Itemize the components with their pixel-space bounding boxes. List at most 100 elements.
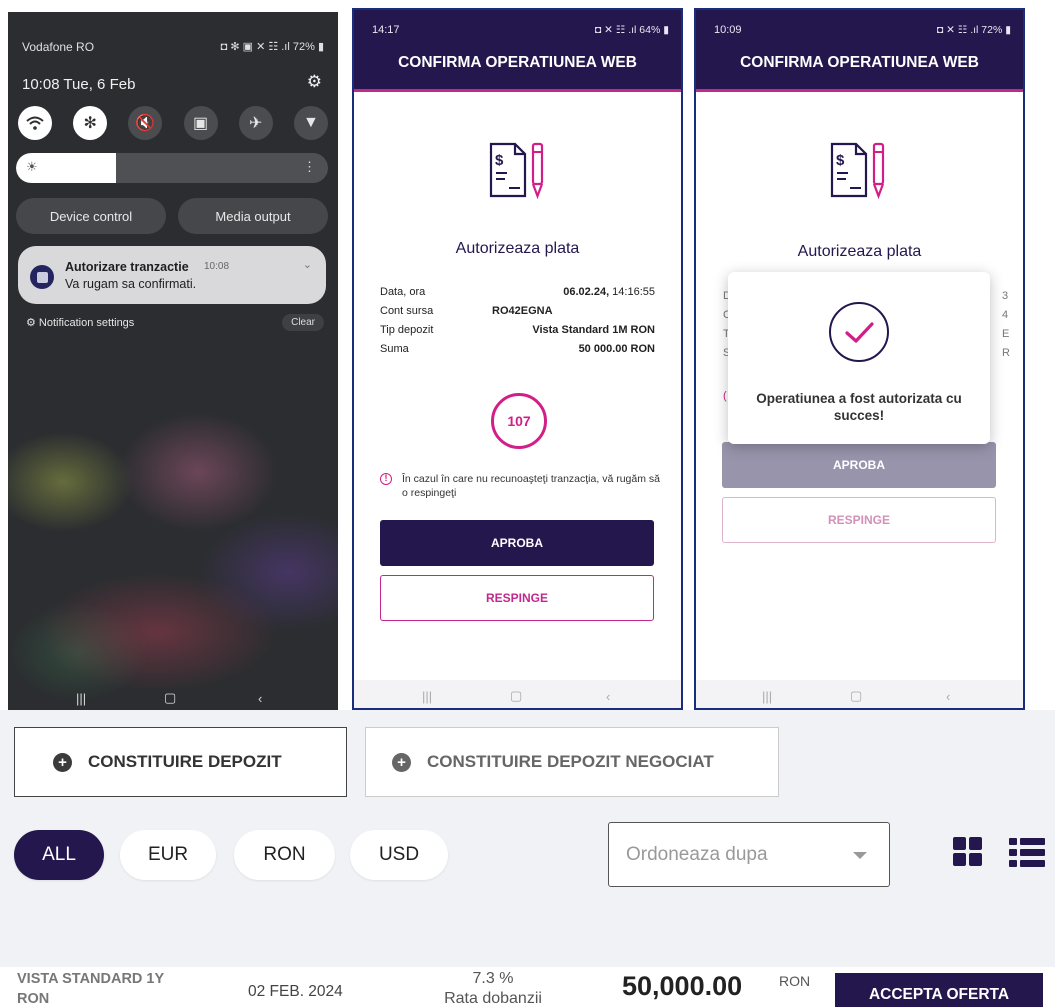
status-time: 10:09 — [714, 24, 742, 36]
detail-value: 50 000.00 RON — [578, 343, 655, 355]
media-output-button[interactable]: Media output — [178, 198, 328, 234]
authorize-title: Autorizeaza plata — [455, 240, 580, 257]
notification-settings-label: Notification settings — [38, 317, 135, 329]
filter-chip-ron[interactable]: RON — [234, 830, 335, 880]
quick-settings-row: ✻ 🔇 ▣ ✈ ▼ — [18, 106, 328, 142]
recents-icon[interactable]: ||| — [762, 689, 772, 704]
flashlight-icon[interactable]: ▼ — [293, 106, 328, 140]
detail-value: RO42EGNA — [492, 305, 553, 317]
detail-row-date: Data, ora 06.02.24, 14:16:55 — [380, 286, 655, 304]
offer-name: VISTA STANDARD 1Y RON — [17, 971, 164, 1007]
confirm-operation-screen: 14:17 ◘ ✕ ☷ .ıl 64% ▮ CONFIRMA OPERATIUN… — [352, 8, 683, 710]
notification-settings-link[interactable]: ⚙ Notification settings — [26, 316, 134, 329]
brightness-slider[interactable]: ☀ ⋮ — [16, 153, 328, 183]
chevron-down-icon[interactable]: ⌄ — [303, 258, 312, 271]
app-title: CONFIRMA OPERATIUNEA WEB — [740, 54, 979, 71]
plus-circle-icon: + — [392, 752, 411, 772]
notification-text: Va rugam sa confirmati. — [65, 277, 197, 291]
deposit-offers-panel: + CONSTITUIRE DEPOZIT + CONSTITUIRE DEPO… — [0, 710, 1055, 1007]
authorize-title: Autorizeaza plata — [797, 243, 922, 260]
status-icons: ◘ ✕ ☷ .ıl 64% ▮ — [594, 24, 669, 36]
document-pen-icon: $ — [489, 142, 544, 200]
interest-rate-value: 7.3 % — [472, 970, 514, 987]
notification-time: 10:08 — [204, 261, 230, 272]
notification-title: Autorizare tranzactie — [65, 260, 189, 274]
back-icon[interactable]: ‹ — [606, 689, 610, 704]
approve-button[interactable]: APROBA — [380, 520, 654, 566]
detail-label: Suma — [380, 343, 409, 355]
peek-right-0: 3 — [1002, 290, 1009, 302]
peek-right-3: R — [1002, 347, 1010, 359]
interest-rate-label: Rata dobanzii — [444, 990, 542, 1007]
gear-icon: ⚙ — [26, 317, 39, 329]
document-pen-icon: $ — [830, 142, 885, 200]
reject-button[interactable]: RESPINGE — [380, 575, 654, 621]
recents-icon[interactable]: ||| — [76, 691, 86, 706]
filter-chip-usd[interactable]: USD — [350, 830, 448, 880]
accept-offer-button[interactable]: ACCEPTA OFERTA — [835, 973, 1043, 1007]
peek-warning-icon: ( — [723, 390, 727, 402]
clear-button[interactable]: Clear — [282, 314, 324, 331]
app-title: CONFIRMA OPERATIUNEA WEB — [398, 54, 637, 71]
detail-label: Cont sursa — [380, 305, 434, 317]
more-options-icon[interactable]: ⋮ — [303, 159, 316, 175]
success-message: Operatiunea a fost autorizata cu succes! — [756, 391, 962, 423]
warning-text: În cazul în care nu recunoaşteţi tranzac… — [402, 473, 660, 499]
rotation-lock-icon[interactable]: ▣ — [183, 106, 218, 140]
countdown-timer: 107 — [491, 393, 547, 449]
filter-chip-eur[interactable]: EUR — [120, 830, 216, 880]
caret-down-icon — [853, 852, 867, 859]
svg-text:$: $ — [495, 152, 504, 169]
recents-icon[interactable]: ||| — [422, 689, 432, 704]
approve-button[interactable]: APROBA — [722, 442, 996, 488]
status-time: 14:17 — [372, 24, 400, 36]
create-deposit-button[interactable]: + CONSTITUIRE DEPOZIT — [14, 727, 347, 797]
create-negotiated-deposit-button[interactable]: + CONSTITUIRE DEPOZIT NEGOCIAT — [365, 727, 779, 797]
warning-message: ! În cazul în care nu recunoaşteţi tranz… — [380, 472, 660, 500]
success-dialog: Operatiunea a fost autorizata cu succes! — [728, 272, 990, 444]
detail-row-account: Cont sursa RO42EGNA — [380, 305, 655, 323]
android-nav-bar: ||| ▢ ‹ — [8, 688, 338, 710]
wifi-toggle-icon[interactable] — [18, 106, 52, 140]
detail-row-deposit-type: Tip depozit Vista Standard 1M RON — [380, 324, 655, 342]
detail-label: Tip depozit — [380, 324, 434, 336]
info-icon: ! — [380, 473, 392, 485]
bank-app-icon — [30, 265, 54, 289]
peek-right-2: E — [1002, 328, 1010, 340]
sort-placeholder: Ordoneaza dupa — [626, 844, 768, 865]
offer-amount: 50,000.00 — [622, 971, 743, 1001]
filter-chip-all[interactable]: ALL — [14, 830, 104, 880]
notification-card[interactable]: Autorizare tranzactie 10:08 Va rugam sa … — [18, 246, 326, 304]
back-icon[interactable]: ‹ — [946, 689, 950, 704]
brightness-icon: ☀ — [26, 159, 38, 174]
android-nav-bar: ||| ▢ ‹ — [696, 680, 1023, 708]
home-icon[interactable]: ▢ — [850, 688, 862, 704]
detail-label: Data, ora — [380, 286, 426, 298]
mute-toggle-icon[interactable]: 🔇 — [128, 106, 163, 140]
date-time: 10:08 Tue, 6 Feb — [22, 76, 136, 93]
detail-row-amount: Suma 50 000.00 RON — [380, 343, 655, 361]
back-icon[interactable]: ‹ — [258, 691, 262, 706]
home-icon[interactable]: ▢ — [510, 688, 522, 704]
status-icons: ◘ ✻ ▣ ✕ ☷ .ıl 72% ▮ — [220, 41, 324, 53]
carrier-label: Vodafone RO — [22, 40, 95, 54]
deposit-offer-row: VISTA STANDARD 1Y RON 02 FEB. 2024 7.3 %… — [0, 967, 1055, 1007]
offer-rate: 7.3 % Rata dobanzii — [433, 969, 553, 1007]
sort-dropdown[interactable]: Ordoneaza dupa — [608, 822, 890, 887]
operation-success-screen: 10:09 ◘ ✕ ☷ .ıl 72% ▮ CONFIRMA OPERATIUN… — [694, 8, 1025, 710]
bluetooth-toggle-icon[interactable]: ✻ — [73, 106, 108, 140]
device-control-button[interactable]: Device control — [16, 198, 166, 234]
airplane-mode-icon[interactable]: ✈ — [238, 106, 273, 140]
home-icon[interactable]: ▢ — [164, 690, 176, 706]
offer-currency: RON — [779, 973, 811, 989]
reject-button[interactable]: RESPINGE — [722, 497, 996, 543]
app-header: 14:17 ◘ ✕ ☷ .ıl 64% ▮ CONFIRMA OPERATIUN… — [354, 10, 681, 92]
detail-value: 06.02.24, 14:16:55 — [563, 286, 655, 298]
settings-gear-icon[interactable]: ⚙ — [307, 72, 322, 92]
plus-circle-icon: + — [53, 752, 72, 772]
list-view-icon[interactable] — [1009, 837, 1045, 867]
peek-right-1: 4 — [1002, 309, 1009, 321]
create-negotiated-deposit-label: CONSTITUIRE DEPOZIT NEGOCIAT — [427, 752, 714, 771]
grid-view-icon[interactable] — [953, 837, 983, 867]
checkmark-icon — [829, 302, 889, 362]
